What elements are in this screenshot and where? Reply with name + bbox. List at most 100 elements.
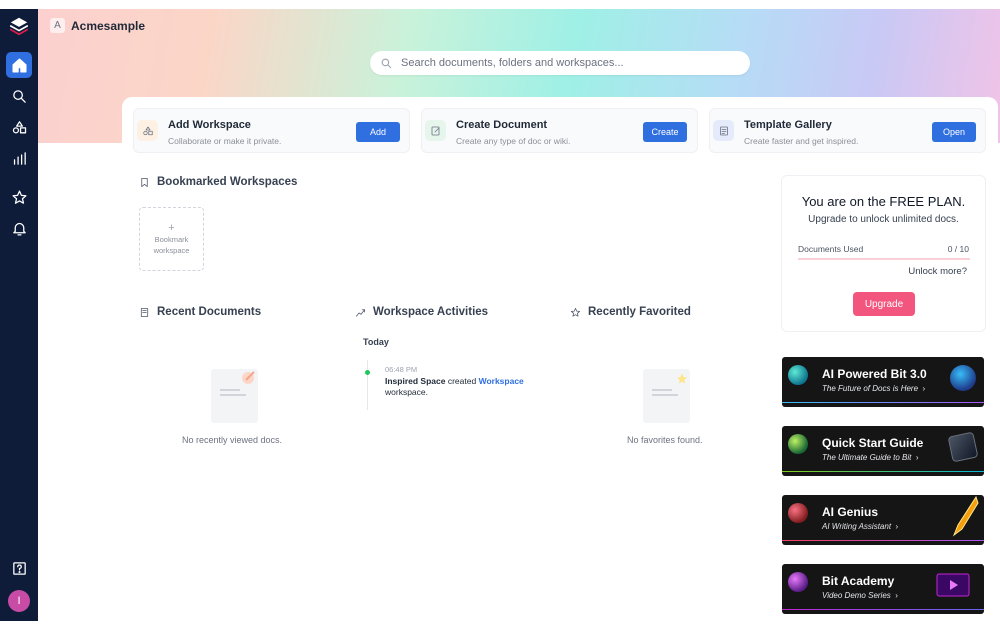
edit-doc-icon xyxy=(425,120,446,141)
open-template-gallery-button[interactable]: Open xyxy=(932,122,976,142)
activity-day-label: Today xyxy=(363,337,389,347)
sidebar-item-favorites[interactable] xyxy=(6,184,32,210)
app-logo-icon[interactable] xyxy=(6,13,32,39)
empty-favorites-illustration-icon xyxy=(643,369,690,423)
promo-title: AI Powered Bit 3.0 xyxy=(822,367,927,381)
star-icon xyxy=(570,307,581,317)
sidebar-item-home[interactable] xyxy=(6,52,32,78)
shapes-icon xyxy=(137,120,158,141)
promo-title: Bit Academy xyxy=(822,574,895,588)
bottom-strip xyxy=(0,621,1000,630)
add-bookmark-label: Bookmark workspace xyxy=(153,235,190,255)
timeline-line xyxy=(367,360,368,410)
help-icon xyxy=(12,561,26,575)
promo-title: Quick Start Guide xyxy=(822,436,924,450)
shapes-icon xyxy=(12,120,26,133)
timeline-dot xyxy=(365,370,370,375)
sidebar-item-analytics[interactable] xyxy=(6,145,32,171)
card-title: Create Document xyxy=(456,119,548,131)
orb-icon xyxy=(788,434,808,454)
card-subtitle: Create faster and get inspired. xyxy=(744,136,859,146)
promo-stripe xyxy=(782,401,984,403)
top-strip xyxy=(0,0,1000,9)
sidebar-item-help[interactable] xyxy=(6,555,32,581)
main-content: Add Workspace Collaborate or make it pri… xyxy=(122,97,998,621)
promo-stripe xyxy=(782,608,984,610)
plan-title: You are on the FREE PLAN. xyxy=(801,194,966,209)
activity-item: Inspired Space created Workspace workspa… xyxy=(385,376,545,398)
section-title-text: Workspace Activities xyxy=(373,306,489,318)
documents-used-count: 0 / 10 xyxy=(947,244,969,254)
add-workspace-button[interactable]: Add xyxy=(356,122,400,142)
search-input[interactable] xyxy=(401,57,731,69)
activity-verb: created xyxy=(447,376,477,386)
promo-ai-genius[interactable]: AI Genius AI Writing Assistant › xyxy=(782,495,984,545)
empty-docs-illustration-icon xyxy=(211,369,258,423)
orb-icon xyxy=(788,572,808,592)
card-subtitle: Create any type of doc or wiki. xyxy=(456,136,571,146)
bell-icon xyxy=(12,222,26,236)
search-icon xyxy=(12,89,26,103)
upgrade-button[interactable]: Upgrade xyxy=(853,292,915,316)
bar-chart-icon xyxy=(13,151,26,165)
pen-nib-icon xyxy=(952,495,979,537)
template-icon xyxy=(713,120,734,141)
app-frame: I A Acmesample Add Workspace Collaborate… xyxy=(0,0,1000,630)
promo-subtitle: Video Demo Series › xyxy=(822,591,898,600)
create-document-button[interactable]: Create xyxy=(643,122,687,142)
orb-icon xyxy=(788,365,808,385)
plan-card: You are on the FREE PLAN. Upgrade to unl… xyxy=(781,175,986,332)
bookmarked-workspaces-heading: Bookmarked Workspaces xyxy=(139,176,297,188)
plan-subtitle: Upgrade to unlock unlimited docs. xyxy=(808,214,959,225)
promo-bit-academy[interactable]: Bit Academy Video Demo Series › xyxy=(782,564,984,614)
section-title-text: Recent Documents xyxy=(157,306,262,318)
book-icon xyxy=(947,431,979,463)
card-title: Template Gallery xyxy=(744,119,832,131)
documents-used-label: Documents Used xyxy=(798,244,864,254)
orb-icon xyxy=(788,503,808,523)
workspace-badge: A xyxy=(50,18,65,33)
documents-used-progress xyxy=(798,258,970,260)
sidebar-item-notifications[interactable] xyxy=(6,215,32,241)
document-icon xyxy=(140,307,149,317)
promo-subtitle: The Future of Docs is Here › xyxy=(822,384,926,393)
card-subtitle: Collaborate or make it private. xyxy=(168,136,282,146)
promo-stripe xyxy=(782,470,984,472)
promo-quick-start-guide[interactable]: Quick Start Guide The Ultimate Guide to … xyxy=(782,426,984,476)
promo-subtitle: AI Writing Assistant › xyxy=(822,522,899,531)
orb-icon xyxy=(950,365,976,391)
recent-documents-heading: Recent Documents xyxy=(139,306,261,318)
sidebar-item-search[interactable] xyxy=(6,83,32,109)
home-icon xyxy=(11,57,27,73)
activity-suffix: workspace. xyxy=(385,387,428,397)
plus-icon: + xyxy=(168,222,175,234)
sidebar: I xyxy=(0,9,38,621)
card-title: Add Workspace xyxy=(168,119,251,131)
create-document-card[interactable]: Create Document Create any type of doc o… xyxy=(421,108,698,153)
recently-favorited-heading: Recently Favorited xyxy=(570,306,691,318)
recent-docs-empty-text: No recently viewed docs. xyxy=(182,435,283,445)
bookmark-icon xyxy=(141,177,148,187)
unlock-more-link[interactable]: Unlock more? xyxy=(908,266,967,277)
search-bar[interactable] xyxy=(370,51,750,75)
workspace-name[interactable]: Acmesample xyxy=(71,19,145,33)
promo-stripe xyxy=(782,539,984,541)
activity-actor[interactable]: Inspired Space xyxy=(385,376,445,386)
activity-target-link[interactable]: Workspace xyxy=(479,376,524,386)
activity-time: 06:48 PM xyxy=(385,365,418,374)
workspace-activities-heading: Workspace Activities xyxy=(355,306,488,318)
template-gallery-card[interactable]: Template Gallery Create faster and get i… xyxy=(709,108,986,153)
add-bookmark-button[interactable]: + Bookmark workspace xyxy=(139,207,204,271)
promo-subtitle: The Ultimate Guide to Bit › xyxy=(822,453,919,462)
sidebar-item-workspaces[interactable] xyxy=(6,114,32,140)
star-icon xyxy=(11,189,27,204)
promo-title: AI Genius xyxy=(822,505,879,519)
favorites-empty-text: No favorites found. xyxy=(627,435,703,445)
add-workspace-card[interactable]: Add Workspace Collaborate or make it pri… xyxy=(133,108,410,153)
section-title-text: Bookmarked Workspaces xyxy=(157,176,298,188)
video-play-icon xyxy=(936,573,970,597)
promo-ai-powered-bit[interactable]: AI Powered Bit 3.0 The Future of Docs is… xyxy=(782,357,984,407)
section-title-text: Recently Favorited xyxy=(588,306,691,318)
activity-icon xyxy=(355,308,366,317)
user-avatar[interactable]: I xyxy=(8,590,30,612)
